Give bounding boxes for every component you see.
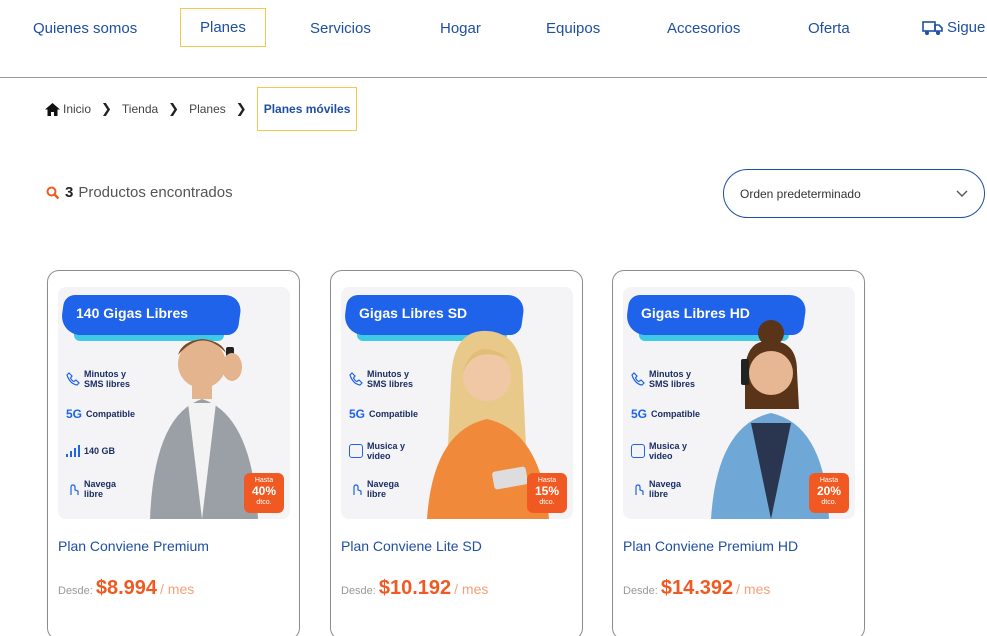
- discount-badge: Hasta 15% dtco.: [527, 473, 567, 513]
- sort-selected-value: Orden predeterminado: [740, 186, 861, 201]
- sort-select[interactable]: Orden predeterminado: [723, 169, 985, 218]
- nav-item-oferta[interactable]: Oferta: [808, 20, 850, 37]
- chevron-right-icon: ❯: [168, 101, 180, 116]
- delivery-truck-icon: [922, 20, 943, 35]
- feature-browse: Navega libre: [349, 479, 407, 499]
- product-banner[interactable]: 140 Gigas Libres Minutos y SMS libres 5G…: [58, 287, 290, 519]
- top-navigation: Quienes somos Planes Servicios Hogar Equ…: [0, 0, 987, 78]
- feature-music-video: Musica y video: [631, 441, 693, 461]
- feature-minutes-sms: Minutos y SMS libres: [66, 369, 140, 389]
- discount-badge: Hasta 40% dtco.: [244, 473, 284, 513]
- discount-badge: Hasta 20% dtco.: [809, 473, 849, 513]
- tap-icon: [70, 484, 79, 495]
- 5g-icon: 5G: [631, 407, 648, 421]
- results-count: 3: [65, 184, 74, 201]
- 5g-icon: 5G: [66, 407, 83, 421]
- plan-name[interactable]: Plan Conviene Premium HD: [623, 538, 798, 554]
- feature-5g: 5G Compatible: [349, 407, 419, 421]
- product-card[interactable]: Gigas Libres SD Minutos y SMS libres 5G …: [330, 270, 583, 636]
- nav-item-servicios[interactable]: Servicios: [310, 20, 371, 37]
- nav-item-planes[interactable]: Planes: [180, 8, 266, 47]
- media-icon: [349, 444, 363, 458]
- feature-5g: 5G Compatible: [66, 407, 136, 421]
- media-icon: [631, 444, 645, 458]
- feature-5g: 5G Compatible: [631, 407, 701, 421]
- follow-order-link[interactable]: Sigue: [922, 19, 985, 36]
- follow-label: Sigue: [947, 19, 986, 36]
- phone-icon: [349, 372, 363, 386]
- 5g-icon: 5G: [349, 407, 366, 421]
- phone-icon: [631, 372, 645, 386]
- nav-item-equipos[interactable]: Equipos: [546, 20, 600, 37]
- results-label: Productos encontrados: [78, 184, 233, 201]
- home-icon: [45, 102, 60, 116]
- signal-icon: [66, 445, 80, 457]
- feature-minutes-sms: Minutos y SMS libres: [631, 369, 705, 389]
- chevron-down-icon: [956, 190, 968, 197]
- price-amount: $8.994: [95, 577, 158, 599]
- breadcrumb-inicio[interactable]: Inicio: [63, 102, 91, 116]
- tap-icon: [353, 484, 362, 495]
- nav-item-hogar[interactable]: Hogar: [440, 20, 481, 37]
- breadcrumb: Inicio ❯ Tienda ❯ Planes ❯ Planes móvile…: [45, 86, 358, 132]
- price-amount: $14.392: [660, 577, 734, 599]
- product-card[interactable]: 140 Gigas Libres Minutos y SMS libres 5G…: [47, 270, 300, 636]
- product-banner[interactable]: Gigas Libres SD Minutos y SMS libres 5G …: [341, 287, 573, 519]
- plan-name[interactable]: Plan Conviene Lite SD: [341, 538, 482, 554]
- plan-price: Desde: $8.994 / mes: [58, 577, 195, 599]
- phone-icon: [66, 372, 80, 386]
- feature-data: 140 GB: [66, 445, 115, 457]
- product-card[interactable]: Gigas Libres HD Minutos y SMS libres 5G …: [612, 270, 865, 636]
- plan-name[interactable]: Plan Conviene Premium: [58, 538, 209, 554]
- breadcrumb-tienda[interactable]: Tienda: [122, 102, 158, 116]
- plan-price: Desde: $10.192 / mes: [341, 577, 489, 599]
- plan-price: Desde: $14.392 / mes: [623, 577, 771, 599]
- price-amount: $10.192: [378, 577, 452, 599]
- nav-item-quienes-somos[interactable]: Quienes somos: [33, 20, 137, 37]
- product-banner[interactable]: Gigas Libres HD Minutos y SMS libres 5G …: [623, 287, 855, 519]
- feature-minutes-sms: Minutos y SMS libres: [349, 369, 423, 389]
- results-summary: 3 Productos encontrados: [46, 184, 233, 201]
- feature-music-video: Musica y video: [349, 441, 411, 461]
- chevron-right-icon: ❯: [101, 101, 112, 116]
- feature-browse: Navega libre: [66, 479, 124, 499]
- nav-item-accesorios[interactable]: Accesorios: [667, 20, 740, 37]
- tap-icon: [635, 484, 644, 495]
- breadcrumb-planes[interactable]: Planes: [189, 102, 226, 116]
- feature-browse: Navega libre: [631, 479, 689, 499]
- chevron-right-icon: ❯: [235, 101, 247, 116]
- search-icon: [46, 186, 60, 199]
- breadcrumb-current: Planes móviles: [256, 87, 358, 131]
